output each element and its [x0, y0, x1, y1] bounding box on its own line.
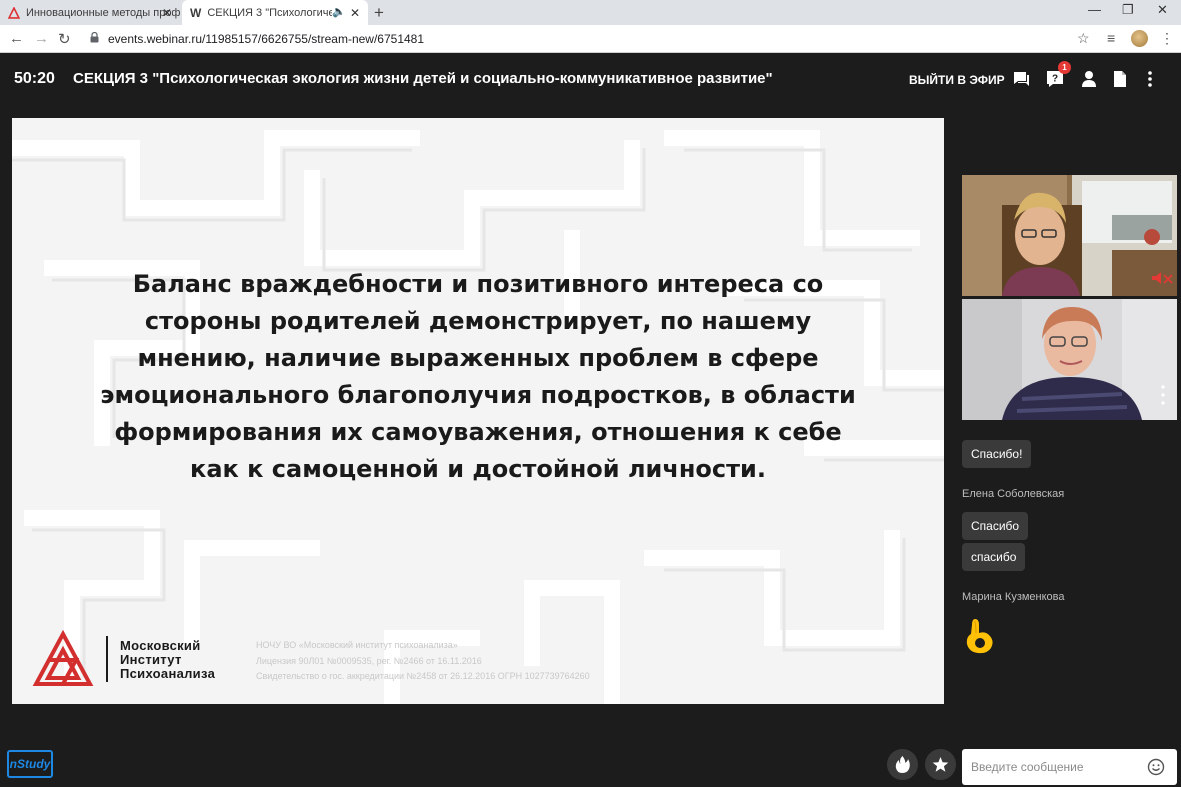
fire-icon: [895, 756, 910, 773]
legal-line: НОЧУ ВО «Московский институт психоанализ…: [256, 640, 458, 650]
slide-line: мнению, наличие выраженных проблем в сфе…: [137, 344, 819, 372]
institute-name-line: Психоанализа: [120, 666, 216, 681]
browser-menu-icon[interactable]: ⋮: [1160, 30, 1174, 47]
slide-line: Баланс враждебности и позитивного интере…: [132, 270, 824, 298]
emoji-picker-icon[interactable]: [1147, 758, 1165, 776]
legal-line: Свидетельство о гос. аккредитации №2458 …: [256, 671, 590, 681]
legal-info: НОЧУ ВО «Московский институт психоанализ…: [256, 638, 590, 685]
bookmark-star-icon[interactable]: ☆: [1077, 30, 1090, 47]
slide-line: как к самоценной и достойной личности.: [190, 455, 766, 483]
logo-divider: [106, 636, 108, 682]
speaker-video-2[interactable]: [962, 299, 1177, 420]
star-icon: [932, 757, 949, 772]
slide-line: эмоционального благополучия подростков, …: [100, 381, 856, 409]
svg-text:?: ?: [1052, 74, 1058, 85]
session-timer: 50:20: [14, 70, 55, 87]
institute-name-line: Институт: [120, 652, 182, 667]
institute-logo-icon: [32, 630, 94, 686]
restore-icon[interactable]: ❐: [1122, 2, 1134, 18]
back-icon[interactable]: ←: [9, 30, 24, 47]
window-close-icon[interactable]: ✕: [1157, 2, 1168, 18]
go-on-air-button[interactable]: ВЫЙТИ В ЭФИР: [909, 73, 1005, 87]
webinar-favicon-icon: [8, 6, 20, 19]
institute-name: Московский Институт Психоанализа: [120, 639, 215, 681]
tab-title: СЕКЦИЯ 3 "Психологическая: [207, 6, 333, 19]
institute-name-line: Московский: [120, 638, 201, 653]
tab-close-icon[interactable]: ✕: [350, 6, 360, 20]
webinar-title: СЕКЦИЯ 3 "Психологическая экология жизни…: [73, 70, 773, 87]
chat-author: Елена Соболевская: [962, 488, 1065, 500]
url-field[interactable]: events.webinar.ru/11985157/6626755/strea…: [108, 32, 424, 46]
browser-tab-bar: Инновационные методы проф ✕ W СЕКЦИЯ 3 "…: [0, 0, 1181, 25]
slide-line: формирования их самоуважения, отношения …: [114, 418, 842, 446]
tab-title: Инновационные методы проф: [25, 6, 180, 19]
browser-tab-2[interactable]: W СЕКЦИЯ 3 "Психологическая 🔈 ✕: [182, 0, 368, 25]
speaker-video-1[interactable]: [962, 175, 1177, 296]
notification-badge: 1: [1058, 61, 1071, 74]
slide-body-text: Баланс враждебности и позитивного интере…: [12, 266, 944, 488]
media-control-icon[interactable]: ≡: [1107, 30, 1115, 46]
chat-icon[interactable]: [1011, 69, 1031, 89]
participants-icon[interactable]: [1079, 69, 1099, 89]
ok-hand-emoji-icon: [966, 619, 993, 654]
chat-message: Спасибо!: [962, 440, 1032, 468]
instudy-logo: nStudy: [7, 750, 53, 778]
more-options-icon[interactable]: [1140, 69, 1160, 89]
lock-icon: [90, 32, 99, 43]
slide-line: стороны родителей демонстрирует, по наше…: [144, 307, 812, 335]
profile-avatar[interactable]: [1131, 30, 1148, 47]
star-reaction-button[interactable]: [925, 749, 956, 780]
forward-icon[interactable]: →: [34, 30, 49, 47]
document-icon[interactable]: [1110, 69, 1130, 89]
w-favicon-icon: W: [190, 5, 202, 20]
speaker-icon[interactable]: 🔈: [332, 5, 346, 18]
new-tab-button[interactable]: +: [374, 3, 384, 23]
address-bar: ← → ↻ events.webinar.ru/11985157/6626755…: [0, 25, 1181, 53]
chat-message: спасибо: [962, 543, 1026, 571]
legal-line: Лицензия 90Л01 №0009535, рег. №2466 от 1…: [256, 655, 482, 666]
tab-close-icon[interactable]: ✕: [162, 6, 172, 20]
reload-icon[interactable]: ↻: [58, 30, 71, 48]
webinar-header: 50:20 СЕКЦИЯ 3 "Психологическая экология…: [0, 53, 1181, 105]
chat-message: Спасибо: [962, 512, 1029, 540]
minimize-icon[interactable]: —: [1088, 2, 1101, 17]
fire-reaction-button[interactable]: [887, 749, 918, 780]
browser-tab-1[interactable]: Инновационные методы проф ✕: [0, 0, 180, 25]
chat-message-input[interactable]: [962, 749, 1177, 785]
presentation-slide: Баланс враждебности и позитивного интере…: [12, 118, 944, 704]
chat-author: Марина Кузменкова: [962, 591, 1065, 603]
